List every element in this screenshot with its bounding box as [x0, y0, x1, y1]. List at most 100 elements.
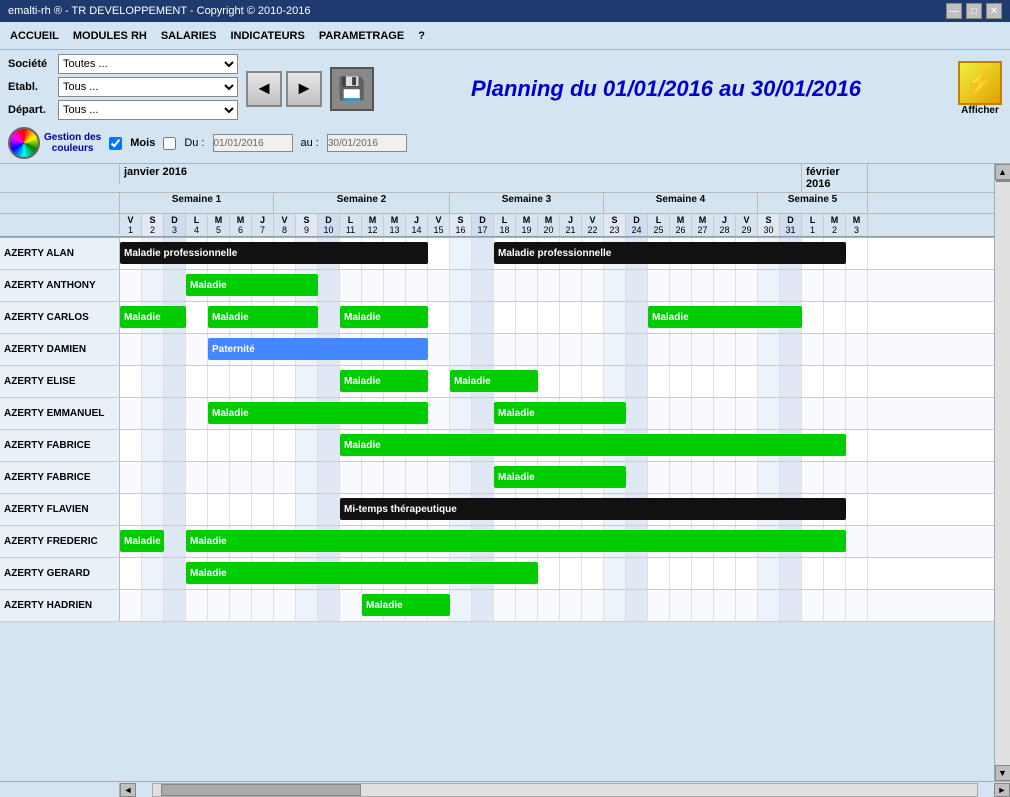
- week-header-5: Semaine 5: [758, 193, 868, 213]
- day-header-8: S9: [296, 214, 318, 236]
- menu-item-aide[interactable]: ?: [412, 28, 431, 44]
- day-slot: [340, 590, 362, 621]
- scroll-left-button[interactable]: ◄: [120, 783, 136, 797]
- day-slot: [582, 302, 604, 333]
- day-slot: [208, 494, 230, 525]
- event-bar[interactable]: Maladie: [208, 402, 428, 424]
- title-bar: emalti-rh ® - TR DEVELOPPEMENT - Copyrig…: [0, 0, 1010, 22]
- day-header-30: D31: [780, 214, 802, 236]
- au-label: au :: [301, 137, 319, 149]
- day-slot: [296, 590, 318, 621]
- data-area[interactable]: AZERTY ALANMaladie professionnelleMaladi…: [0, 238, 994, 781]
- close-button[interactable]: ✕: [986, 3, 1002, 19]
- day-header-12: M13: [384, 214, 406, 236]
- mois-checkbox[interactable]: [109, 137, 122, 150]
- horizontal-scrollbar[interactable]: [152, 783, 978, 797]
- event-bar[interactable]: Maladie: [186, 530, 846, 552]
- event-bar[interactable]: Maladie professionnelle: [120, 242, 428, 264]
- color-wheel-icon[interactable]: [8, 127, 40, 159]
- day-slot: [296, 462, 318, 493]
- day-slot: [626, 398, 648, 429]
- event-bar[interactable]: Maladie: [648, 306, 802, 328]
- menu-item-parametrage[interactable]: PARAMETRAGE: [313, 28, 410, 44]
- day-slot: [274, 430, 296, 461]
- maximize-button[interactable]: □: [966, 3, 982, 19]
- day-slot: [472, 398, 494, 429]
- menu-item-accueil[interactable]: ACCUEIL: [4, 28, 65, 44]
- day-slot: [714, 334, 736, 365]
- days-row: V1S2D3L4M5M6J7V8S9D10L11M12M13J14V15S16D…: [0, 214, 994, 237]
- week-header-1: Semaine 1: [120, 193, 274, 213]
- vertical-scrollbar[interactable]: ▲ ▼: [994, 164, 1010, 781]
- scroll-up-button[interactable]: ▲: [995, 164, 1010, 180]
- scroll-right-button[interactable]: ►: [994, 783, 1010, 797]
- scroll-down-button[interactable]: ▼: [995, 765, 1010, 781]
- day-slot: [780, 366, 802, 397]
- day-slot: [384, 270, 406, 301]
- table-row: AZERTY ANTHONYMaladie: [0, 270, 994, 302]
- event-bar[interactable]: Maladie: [186, 562, 538, 584]
- day-slot: [164, 366, 186, 397]
- prev-button[interactable]: ◄: [246, 71, 282, 107]
- day-slot: [120, 398, 142, 429]
- day-slot: [318, 270, 340, 301]
- event-bar[interactable]: Maladie: [450, 370, 538, 392]
- employee-days: Maladie Maladie Maladie Maladie: [120, 302, 994, 333]
- day-slot: [538, 558, 560, 589]
- date-from-input[interactable]: [213, 134, 293, 152]
- day-slot: [670, 558, 692, 589]
- day-header-24: L25: [648, 214, 670, 236]
- event-bar[interactable]: Maladie professionnelle: [494, 242, 846, 264]
- du-checkbox[interactable]: [163, 137, 176, 150]
- etabl-select[interactable]: Tous ...: [58, 77, 238, 97]
- day-slot: [120, 430, 142, 461]
- day-slot: [538, 334, 560, 365]
- day-slot: [186, 462, 208, 493]
- day-slot: [846, 334, 868, 365]
- menu-item-indicateurs[interactable]: INDICATEURS: [224, 28, 310, 44]
- event-bar[interactable]: Paternité: [208, 338, 428, 360]
- day-slot: [472, 270, 494, 301]
- event-bar[interactable]: Maladie: [494, 402, 626, 424]
- next-button[interactable]: ►: [286, 71, 322, 107]
- day-slot: [362, 462, 384, 493]
- day-slot: [516, 334, 538, 365]
- event-bar[interactable]: Maladie: [120, 530, 164, 552]
- event-bar[interactable]: Maladie: [340, 434, 846, 456]
- minimize-button[interactable]: —: [946, 3, 962, 19]
- event-bar[interactable]: Maladie: [186, 274, 318, 296]
- day-header-3: L4: [186, 214, 208, 236]
- day-slot: [186, 430, 208, 461]
- day-header-28: V29: [736, 214, 758, 236]
- window-controls: — □ ✕: [946, 3, 1002, 19]
- day-slot: [538, 366, 560, 397]
- day-slot: [208, 366, 230, 397]
- depart-select[interactable]: Tous ...: [58, 100, 238, 120]
- h-scroll-thumb[interactable]: [161, 784, 361, 796]
- menu-item-modules-rh[interactable]: MODULES RH: [67, 28, 153, 44]
- day-slot: [714, 366, 736, 397]
- menu-item-salaries[interactable]: SALARIES: [155, 28, 223, 44]
- day-slot: [648, 558, 670, 589]
- event-bar[interactable]: Maladie: [494, 466, 626, 488]
- date-to-input[interactable]: [327, 134, 407, 152]
- event-bar[interactable]: Maladie: [208, 306, 318, 328]
- event-bar[interactable]: Maladie: [362, 594, 450, 616]
- event-bar[interactable]: Maladie: [120, 306, 186, 328]
- day-slot: [142, 270, 164, 301]
- day-slot: [230, 462, 252, 493]
- day-slot: [670, 398, 692, 429]
- day-slot: [648, 270, 670, 301]
- day-slot: [846, 526, 868, 557]
- day-slot: [758, 462, 780, 493]
- event-bar[interactable]: Mi-temps thérapeutique: [340, 498, 846, 520]
- event-bar[interactable]: Maladie: [340, 306, 428, 328]
- afficher-button[interactable]: ⚡ Afficher: [958, 61, 1002, 116]
- event-bar[interactable]: Maladie: [340, 370, 428, 392]
- employee-days: Maladie Maladie: [120, 398, 994, 429]
- scroll-thumb[interactable]: [996, 180, 1010, 182]
- day-slot: [802, 590, 824, 621]
- day-slot: [802, 398, 824, 429]
- day-slot: [692, 398, 714, 429]
- societe-select[interactable]: Toutes ...: [58, 54, 238, 74]
